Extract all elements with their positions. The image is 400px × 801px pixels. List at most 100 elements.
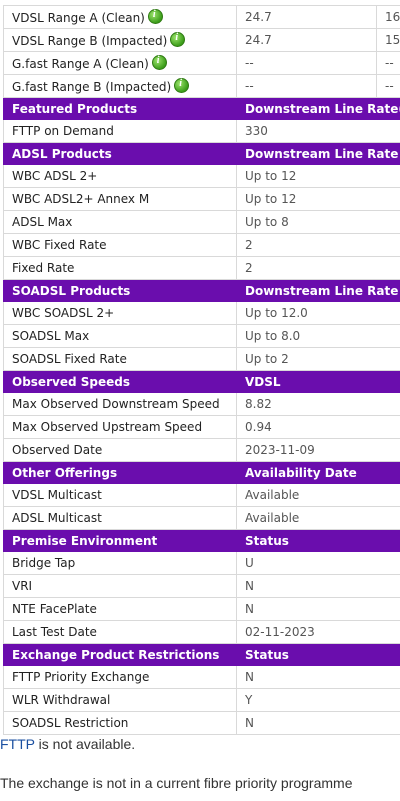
table-row: WBC ADSL2+ Annex M Up to 12 — [3, 187, 400, 211]
table-row: FTTP on Demand 330 — [3, 119, 400, 143]
row-extra-value: 16. — [376, 5, 400, 29]
row-value: 8.82 — [236, 392, 400, 416]
row-value: 2 — [236, 233, 400, 257]
row-label: WBC Fixed Rate — [3, 233, 237, 257]
table-row: Bridge Tap U — [3, 551, 400, 575]
row-label: SOADSL Restriction — [3, 711, 237, 735]
table-row: ADSL Max Up to 8 — [3, 210, 400, 234]
row-value: N — [236, 665, 400, 689]
table-row: VDSL Range B (Impacted) 24.7 15 — [3, 28, 400, 52]
section-column-title: Downstream Line Rate (Mbps) — [236, 279, 400, 302]
section-title: ADSL Products — [3, 142, 237, 165]
table-row: Fixed Rate 2 — [3, 256, 400, 280]
section-title: Premise Environment — [3, 529, 237, 552]
section-column-title: Downstream Line Rate (Mbps) — [236, 142, 400, 165]
table-row: VDSL Range A (Clean) 24.7 16. — [3, 5, 400, 29]
row-value: Up to 2 — [236, 347, 400, 371]
table-row: WLR Withdrawal Y — [3, 688, 400, 712]
row-value: 330 — [236, 119, 400, 143]
row-label: ADSL Multicast — [3, 506, 237, 530]
row-value: -- — [236, 51, 377, 75]
row-value: Up to 12.0 — [236, 301, 400, 325]
table-row: FTTP Priority Exchange N — [3, 665, 400, 689]
row-label: VDSL Range A (Clean) — [3, 5, 237, 29]
row-value: Available — [236, 506, 400, 530]
fttp-note-text: is not available. — [34, 736, 136, 752]
row-value: N — [236, 597, 400, 621]
section-column-title: VDSL — [236, 370, 400, 393]
info-icon[interactable] — [147, 9, 163, 24]
row-label: Last Test Date — [3, 620, 237, 644]
section-header-soadsl: SOADSL Products Downstream Line Rate (Mb… — [3, 279, 400, 302]
row-value: 2023-11-09 — [236, 438, 400, 462]
section-title: Featured Products — [3, 97, 237, 120]
section-column-title: Downstream Line Rate(Mbps) — [236, 97, 400, 120]
row-label: WLR Withdrawal — [3, 688, 237, 712]
table-row: VRI N — [3, 574, 400, 598]
row-label: Max Observed Upstream Speed — [3, 415, 237, 439]
row-label: VDSL Range B (Impacted) — [3, 28, 237, 52]
section-column-title: Availability Date — [236, 461, 400, 484]
row-value: 2 — [236, 256, 400, 280]
table-row: Max Observed Downstream Speed 8.82 — [3, 392, 400, 416]
exchange-programme-note: The exchange is not in a current fibre p… — [0, 775, 353, 791]
row-label: WBC ADSL 2+ — [3, 164, 237, 188]
table-row: ADSL Multicast Available — [3, 506, 400, 530]
table-row: VDSL Multicast Available — [3, 483, 400, 507]
table-row: Last Test Date 02-11-2023 — [3, 620, 400, 644]
row-value: 02-11-2023 — [236, 620, 400, 644]
table-row: WBC SOADSL 2+ Up to 12.0 — [3, 301, 400, 325]
row-extra-value: 15 — [376, 28, 400, 52]
info-icon[interactable] — [151, 55, 167, 70]
section-title: Exchange Product Restrictions — [3, 643, 237, 666]
table-row: WBC ADSL 2+ Up to 12 — [3, 164, 400, 188]
row-label: Observed Date — [3, 438, 237, 462]
row-value: Up to 8.0 — [236, 324, 400, 348]
row-label: SOADSL Max — [3, 324, 237, 348]
table-row: SOADSL Restriction N — [3, 711, 400, 735]
section-header-featured: Featured Products Downstream Line Rate(M… — [3, 97, 400, 120]
table-row: WBC Fixed Rate 2 — [3, 233, 400, 257]
section-title: Other Offerings — [3, 461, 237, 484]
row-label: VDSL Multicast — [3, 483, 237, 507]
table-row: SOADSL Fixed Rate Up to 2 — [3, 347, 400, 371]
row-label: ADSL Max — [3, 210, 237, 234]
row-label: Max Observed Downstream Speed — [3, 392, 237, 416]
row-label: WBC ADSL2+ Annex M — [3, 187, 237, 211]
row-label: FTTP on Demand — [3, 119, 237, 143]
row-extra-value: -- — [376, 51, 400, 75]
info-icon[interactable] — [174, 78, 190, 93]
info-icon[interactable] — [170, 32, 186, 47]
row-value: Available — [236, 483, 400, 507]
section-header-premise-environment: Premise Environment Status — [3, 529, 400, 552]
row-label: VRI — [3, 574, 237, 598]
row-label: WBC SOADSL 2+ — [3, 301, 237, 325]
row-value: 0.94 — [236, 415, 400, 439]
row-label: G.fast Range A (Clean) — [3, 51, 237, 75]
section-header-exchange-restrictions: Exchange Product Restrictions Status — [3, 643, 400, 666]
fttp-availability-note: FTTP is not available. — [0, 736, 135, 752]
row-value: 24.7 — [236, 5, 377, 29]
table-row: G.fast Range B (Impacted) -- -- — [3, 74, 400, 98]
section-header-other-offerings: Other Offerings Availability Date — [3, 461, 400, 484]
row-value: Up to 12 — [236, 187, 400, 211]
availability-table: VDSL Range A (Clean) 24.7 16. VDSL Range… — [3, 5, 400, 735]
row-label: FTTP Priority Exchange — [3, 665, 237, 689]
row-label: Fixed Rate — [3, 256, 237, 280]
row-value: Up to 12 — [236, 164, 400, 188]
section-column-title: Status — [236, 529, 400, 552]
table-row: Observed Date 2023-11-09 — [3, 438, 400, 462]
row-value: Y — [236, 688, 400, 712]
row-extra-value: -- — [376, 74, 400, 98]
table-row: Max Observed Upstream Speed 0.94 — [3, 415, 400, 439]
section-title: Observed Speeds — [3, 370, 237, 393]
section-title: SOADSL Products — [3, 279, 237, 302]
row-label: SOADSL Fixed Rate — [3, 347, 237, 371]
row-value: N — [236, 574, 400, 598]
table-row: G.fast Range A (Clean) -- -- — [3, 51, 400, 75]
row-label: G.fast Range B (Impacted) — [3, 74, 237, 98]
table-row: SOADSL Max Up to 8.0 — [3, 324, 400, 348]
row-value: -- — [236, 74, 377, 98]
row-value: 24.7 — [236, 28, 377, 52]
fttp-link[interactable]: FTTP — [0, 736, 35, 752]
